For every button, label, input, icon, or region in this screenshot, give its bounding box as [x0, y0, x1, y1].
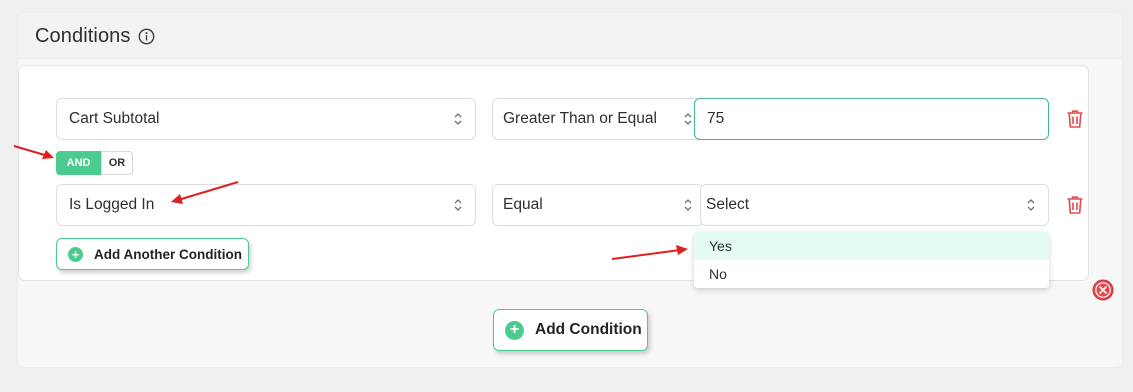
trash-icon[interactable]	[1066, 109, 1084, 129]
dropdown-option-no[interactable]: No	[694, 260, 1049, 288]
value-dropdown-menu: Yes No	[694, 232, 1049, 288]
condition-2-field-value: Is Logged In	[69, 196, 155, 213]
dropdown-option-yes[interactable]: Yes	[694, 232, 1049, 260]
condition-1-field-select[interactable]: Cart Subtotal	[56, 98, 476, 140]
annotation-arrow-icon	[13, 145, 54, 159]
info-circle-icon[interactable]	[138, 28, 155, 45]
or-button[interactable]: OR	[101, 151, 133, 175]
add-another-condition-button[interactable]: + Add Another Condition	[56, 238, 249, 270]
condition-1-operator-select[interactable]: Greater Than or Equal	[492, 98, 704, 140]
chevron-updown-icon	[684, 113, 692, 125]
and-button[interactable]: AND	[56, 151, 101, 175]
plus-circle-icon: +	[505, 320, 524, 340]
panel-title: Conditions	[35, 25, 131, 47]
condition-1-operator-value: Greater Than or Equal	[503, 110, 657, 127]
trash-icon[interactable]	[1066, 195, 1084, 215]
condition-2-operator-select[interactable]: Equal	[492, 184, 704, 226]
close-circle-icon[interactable]	[1092, 279, 1114, 301]
chevron-updown-icon	[454, 113, 462, 125]
add-condition-button[interactable]: + Add Condition	[493, 309, 648, 351]
condition-2-value-placeholder: Select	[706, 196, 750, 213]
chevron-updown-icon	[454, 199, 462, 211]
annotation-arrow-icon	[171, 181, 239, 204]
condition-1-value-text: 75	[707, 110, 725, 127]
logic-toggle: AND OR	[56, 151, 133, 175]
condition-2-operator-value: Equal	[503, 196, 543, 213]
chevron-updown-icon	[684, 199, 692, 211]
panel-header: Conditions	[18, 13, 1122, 59]
annotation-arrow-icon	[611, 245, 688, 260]
add-another-condition-label: Add Another Condition	[94, 246, 242, 262]
condition-1-value-input[interactable]: 75	[694, 98, 1049, 140]
plus-circle-icon: +	[68, 246, 83, 262]
add-condition-label: Add Condition	[535, 321, 642, 338]
condition-1-field-value: Cart Subtotal	[69, 110, 160, 127]
condition-2-value-select[interactable]: Select	[700, 184, 1049, 226]
chevron-updown-icon	[1027, 199, 1035, 211]
condition-2-field-select[interactable]: Is Logged In	[56, 184, 476, 226]
